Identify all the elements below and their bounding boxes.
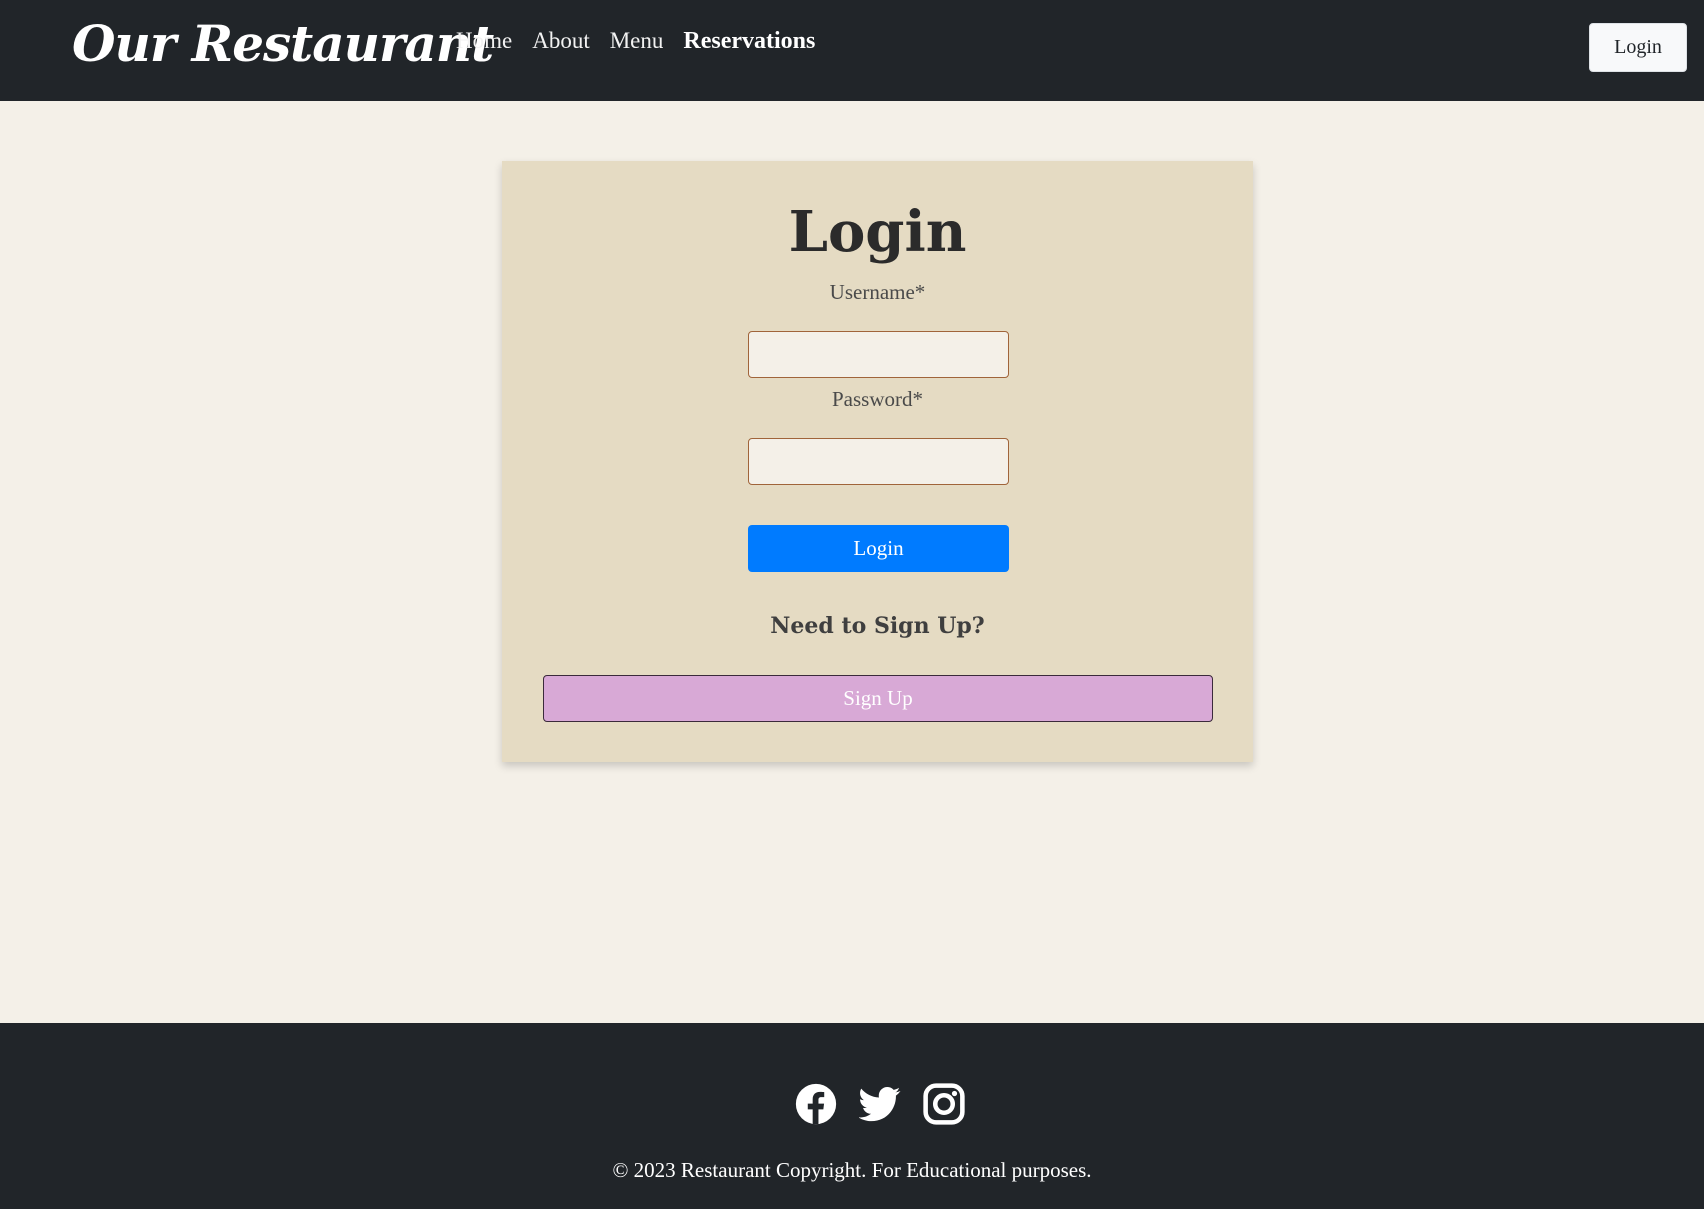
page-footer: © 2023 Restaurant Copyright. For Educati…: [0, 1023, 1704, 1209]
nav-link-home[interactable]: Home: [456, 28, 512, 54]
twitter-icon[interactable]: [859, 1083, 901, 1125]
main-nav: Home About Menu Reservations: [456, 28, 835, 55]
nav-link-reservations[interactable]: Reservations: [683, 28, 815, 55]
password-label: Password*: [831, 387, 923, 411]
instagram-icon[interactable]: [923, 1083, 965, 1125]
nav-link-menu[interactable]: Menu: [610, 28, 664, 54]
top-navbar: Our Restaurant Home About Menu Reservati…: [0, 0, 1704, 101]
brand-logo[interactable]: Our Restaurant: [72, 14, 494, 73]
nav-link-about[interactable]: About: [532, 28, 590, 54]
signup-button[interactable]: Sign Up: [543, 675, 1213, 722]
login-title: Login: [788, 199, 967, 265]
copyright-text: © 2023 Restaurant Copyright. For Educati…: [612, 1158, 1092, 1182]
username-label: Username*: [829, 280, 926, 304]
login-card: Login Username* Password* Login Need to …: [502, 161, 1253, 762]
navbar-login-button[interactable]: Login: [1589, 23, 1687, 72]
signup-prompt: Need to Sign Up?: [770, 613, 985, 639]
username-input[interactable]: [748, 331, 1009, 378]
social-links: [795, 1083, 987, 1125]
facebook-icon[interactable]: [795, 1083, 837, 1125]
login-submit-button[interactable]: Login: [748, 525, 1009, 572]
password-input[interactable]: [748, 438, 1009, 485]
